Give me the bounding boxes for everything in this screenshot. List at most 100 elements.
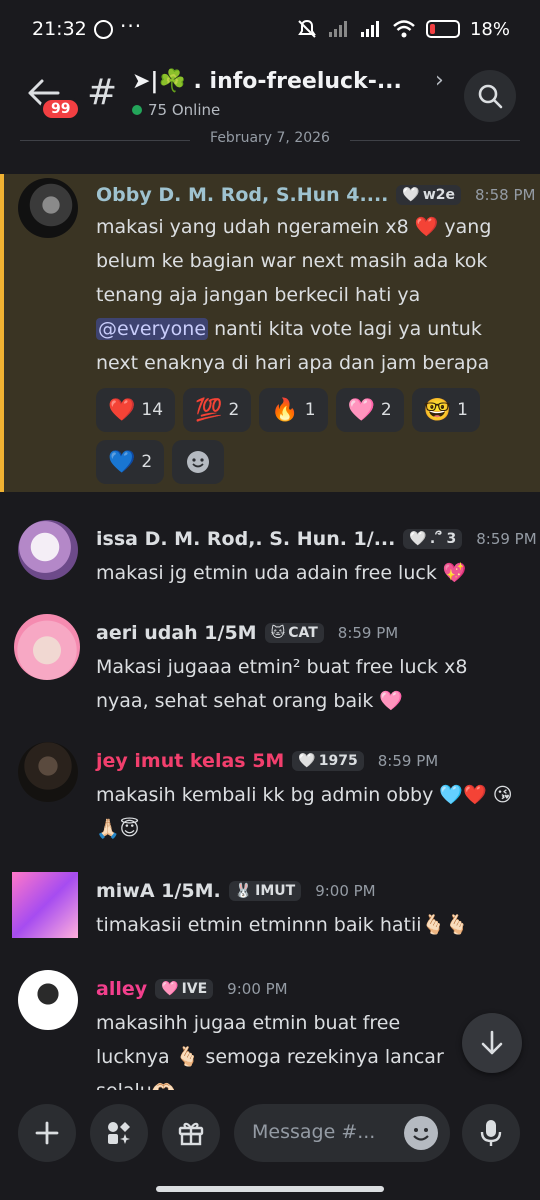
signal-icon	[360, 21, 379, 37]
pink-heart-icon: 🩷	[161, 981, 179, 997]
emoji-icon	[413, 1128, 429, 1141]
reaction-count: 2	[380, 400, 392, 420]
search-button[interactable]	[464, 70, 516, 122]
apps-icon	[108, 1122, 130, 1144]
reaction-fire[interactable]: 🔥 1	[259, 388, 328, 432]
message-item[interactable]: aeri udah 1/5M 🐱 CAT 8:59 PM Makasi jugaa…	[0, 610, 540, 720]
message-item[interactable]: Obby D. M. Rod, S.Hun 4.... 🤍 w2e 8:58 PM…	[0, 174, 540, 492]
message-input-placeholder: Message #...	[252, 1121, 376, 1143]
message-input[interactable]: Message #...	[234, 1104, 450, 1162]
gift-icon	[178, 1122, 204, 1146]
role-tag: 🐰 IMUT	[228, 881, 302, 901]
username[interactable]: issa D. M. Rod,. S. Hun. 1/...	[96, 528, 395, 550]
role-tag-label: IVE	[181, 981, 208, 997]
online-count: 75 Online	[148, 101, 221, 119]
home-indicator[interactable]	[156, 1186, 384, 1192]
message-item[interactable]: miwA 1/5M. 🐰 IMUT 9:00 PM timakasii etmin…	[0, 868, 540, 950]
username[interactable]: aeri udah 1/5M	[96, 622, 257, 644]
wifi-icon	[393, 20, 415, 38]
red-heart-icon: ❤️	[108, 397, 136, 423]
message-text: makasi yang udah ngeramein x8 ❤️ yang be…	[96, 216, 492, 306]
reactions: ❤️ 14 💯 2 🔥 1 🩷 2 🤓 1 💙 2	[96, 388, 516, 484]
message-item[interactable]: alley 🩷 IVE 9:00 PM makasihh jugaa etmin …	[0, 966, 540, 1090]
message-content: makasi yang udah ngeramein x8 ❤️ yang be…	[96, 210, 516, 380]
reaction-pink-heart[interactable]: 🩷 2	[335, 388, 404, 432]
status-icons: 18%	[296, 18, 510, 40]
jump-to-bottom-button[interactable]	[462, 1013, 522, 1073]
avatar[interactable]	[18, 742, 78, 802]
everyone-mention[interactable]: @everyone	[96, 318, 209, 340]
mute-icon	[298, 19, 316, 38]
status-time: 21:32	[32, 18, 87, 40]
avatar[interactable]	[18, 520, 78, 580]
search-icon	[478, 84, 503, 109]
plus-icon	[35, 1121, 59, 1145]
message-header: jey imut kelas 5M 🤍 1975 8:59 PM	[96, 750, 438, 772]
arrow-down-icon	[481, 1030, 503, 1055]
message-content: makasi jg etmin uda adain free luck 💖	[96, 556, 516, 590]
role-tag: 🤍 w2e	[396, 185, 461, 205]
reaction-hundred[interactable]: 💯 2	[183, 388, 252, 432]
reaction-count: 1	[304, 400, 316, 420]
timestamp: 8:59 PM	[377, 752, 439, 770]
message-list[interactable]: Obby D. M. Rod, S.Hun 4.... 🤍 w2e 8:58 PM…	[0, 160, 540, 1090]
username[interactable]: miwA 1/5M.	[96, 880, 221, 902]
avatar[interactable]	[18, 178, 78, 238]
battery-percent: 18%	[469, 18, 510, 40]
message-header: issa D. M. Rod,. S. Hun. 1/... 🤍 .՞ 3 8:5…	[96, 528, 537, 550]
reaction-count: 2	[141, 452, 153, 472]
hashtag-icon: #	[87, 72, 118, 113]
timestamp: 8:59 PM	[476, 530, 537, 548]
reaction-custom[interactable]: 🤓 1	[411, 388, 480, 432]
message-composer: Message #...	[0, 1090, 540, 1200]
reaction-count: 2	[228, 400, 240, 420]
heart-icon: 🤍	[298, 753, 316, 769]
username[interactable]: alley	[96, 978, 147, 1000]
username[interactable]: jey imut kelas 5M	[96, 750, 284, 772]
message-content: Makasi jugaaa etmin² buat free luck x8 n…	[96, 650, 516, 718]
add-attachment-button[interactable]	[18, 1104, 76, 1162]
apps-button[interactable]	[90, 1104, 148, 1162]
role-tag: 🩷 IVE	[155, 979, 214, 999]
timestamp: 9:00 PM	[227, 980, 288, 998]
username[interactable]: Obby D. M. Rod, S.Hun 4....	[96, 184, 388, 206]
add-reaction-button[interactable]	[172, 440, 225, 484]
role-tag: 🐱 CAT	[264, 623, 324, 643]
custom-emoji-icon: 🤓	[423, 397, 452, 423]
reaction-heart[interactable]: ❤️ 14	[96, 388, 176, 432]
avatar[interactable]	[12, 872, 78, 938]
emoji-picker-button[interactable]	[404, 1116, 438, 1150]
message-header: miwA 1/5M. 🐰 IMUT 9:00 PM	[96, 880, 376, 902]
message-content: makasihh jugaa etmin buat free lucknya 🫰…	[96, 1006, 476, 1090]
avatar[interactable]	[14, 614, 80, 680]
bunny-icon: 🐰	[234, 883, 253, 899]
message-item[interactable]: issa D. M. Rod,. S. Hun. 1/... 🤍 .՞ 3 8:5…	[0, 516, 540, 598]
online-dot-icon	[132, 105, 142, 115]
battery-icon	[425, 20, 460, 38]
gift-button[interactable]	[162, 1104, 220, 1162]
reaction-blue-heart[interactable]: 💙 2	[96, 440, 165, 484]
more-notifications-icon: ···	[120, 14, 143, 38]
voice-message-button[interactable]	[462, 1104, 520, 1162]
microphone-icon	[480, 1120, 502, 1146]
online-status: 75 Online	[132, 101, 220, 119]
message-header: aeri udah 1/5M 🐱 CAT 8:59 PM	[96, 622, 398, 644]
message-item[interactable]: jey imut kelas 5M 🤍 1975 8:59 PM makasih …	[0, 738, 540, 850]
chevron-right-icon[interactable]: ›	[435, 68, 444, 93]
date-divider: February 7, 2026	[0, 130, 540, 150]
signal-off-icon	[328, 21, 347, 37]
message-text: makasi jg etmin uda adain free luck 💖	[96, 562, 467, 584]
role-tag: 🤍 1975	[292, 751, 364, 771]
role-tag-label: CAT	[288, 625, 318, 641]
reaction-count: 1	[457, 400, 468, 420]
message-text: makasihh jugaa etmin buat free lucknya 🫰…	[96, 1012, 444, 1090]
channel-header: 99 # ➤|☘️ . info-freeluck-... › 75 Onlin…	[0, 60, 540, 132]
cat-icon: 🐱	[270, 625, 286, 641]
heart-icon: 🤍	[402, 187, 420, 203]
blue-heart-icon: 💙	[108, 449, 136, 475]
channel-name[interactable]: ➤|☘️ . info-freeluck-...	[132, 69, 402, 94]
timestamp: 8:59 PM	[337, 624, 399, 642]
message-header: Obby D. M. Rod, S.Hun 4.... 🤍 w2e 8:58 PM	[96, 184, 535, 206]
role-tag-label: 1975	[318, 753, 358, 769]
avatar[interactable]	[18, 970, 78, 1030]
